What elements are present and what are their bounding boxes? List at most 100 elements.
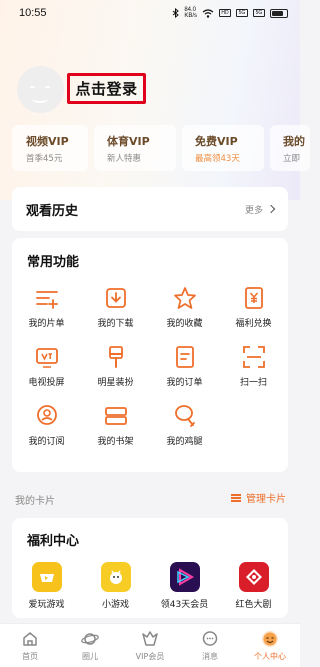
- chevron-right-icon: [266, 204, 276, 214]
- download-icon: [105, 288, 126, 308]
- subscribe-icon: [36, 405, 57, 425]
- welfare-item-game[interactable]: 爱玩游戏: [12, 560, 81, 610]
- my-cards-title: 我的卡片: [15, 496, 55, 507]
- function-item-favorites[interactable]: 我的收藏: [150, 283, 219, 342]
- hd-icon: HD: [219, 9, 231, 17]
- vip-card-title: 我的: [283, 135, 305, 148]
- status-icons: 84.0 KB/s HD 5G 5G: [172, 7, 288, 19]
- function-label: 我的片单: [28, 319, 65, 329]
- function-item-download[interactable]: 我的下载: [81, 283, 150, 342]
- function-label: 我的订阅: [28, 437, 65, 447]
- more-label: 更多: [244, 205, 263, 216]
- vip-card-title: 视频VIP: [26, 135, 69, 148]
- vip-card-video[interactable]: 视频VIP 首季45元: [12, 125, 88, 171]
- nav-item-profile[interactable]: 个人中心: [240, 624, 300, 667]
- nav-label: 首页: [22, 652, 38, 661]
- nav-label: VIP会员: [135, 652, 165, 661]
- nav-item-circle[interactable]: 圈儿: [60, 624, 120, 667]
- manage-cards-label: 管理卡片: [246, 494, 286, 505]
- function-label: 我的收藏: [166, 319, 203, 329]
- vip-card-sports[interactable]: 体育VIP 新人特惠: [94, 125, 176, 171]
- scan-icon: [242, 346, 265, 368]
- vip-card-subtitle: 新人特惠: [107, 154, 142, 164]
- home-icon: [23, 632, 37, 646]
- planet-icon: [81, 633, 99, 645]
- function-label: 我的订单: [166, 378, 203, 388]
- nav-item-vip[interactable]: VIP会员: [120, 624, 180, 667]
- function-item-tv-cast[interactable]: 电视投屏: [12, 342, 81, 401]
- order-icon: [175, 346, 194, 368]
- welfare-label: 红色大剧: [235, 600, 272, 610]
- manage-cards-button[interactable]: 管理卡片: [231, 490, 286, 505]
- function-item-orders[interactable]: 我的订单: [150, 342, 219, 401]
- watch-history-card[interactable]: 观看历史 更多: [12, 187, 288, 231]
- welfare-label: 领43天会员: [160, 600, 209, 610]
- battery-icon: [270, 8, 288, 18]
- message-icon: [202, 631, 218, 646]
- function-grid: 我的片单 我的下载 我的收藏 福利兑换 电视投屏 明星装扮 我的订单 扫一扫 我…: [12, 283, 288, 460]
- vip-card-title: 体育VIP: [107, 135, 150, 148]
- game-icon: [31, 562, 62, 592]
- vip-card-subtitle: 首季45元: [26, 154, 63, 164]
- vip-card-row: 视频VIP 首季45元 体育VIP 新人特惠 免费VIP 最高领43天 我的 立…: [12, 125, 312, 171]
- play-logo-icon: [169, 562, 200, 592]
- status-bar: 10:55 84.0 KB/s HD 5G 5G: [0, 0, 300, 26]
- watch-history-more[interactable]: 更多: [244, 203, 276, 216]
- nav-label: 圈儿: [82, 652, 98, 661]
- avatar[interactable]: [17, 66, 64, 113]
- common-functions-title: 常用功能: [27, 255, 80, 270]
- function-label: 明星装扮: [97, 378, 134, 388]
- function-item-star-dressup[interactable]: 明星装扮: [81, 342, 150, 401]
- function-label: 福利兑换: [235, 319, 272, 329]
- function-item-scan[interactable]: 扫一扫: [219, 342, 288, 401]
- signal-5g-icon: 5G: [236, 9, 248, 17]
- signal-5g-icon-2: 5G: [253, 9, 265, 17]
- vip-card-free[interactable]: 免费VIP 最高领43天: [182, 125, 264, 171]
- welfare-item-minigame[interactable]: 小游戏: [81, 560, 150, 610]
- playlist-icon: [35, 291, 58, 309]
- function-label: 我的鸡腿: [166, 437, 203, 447]
- function-label: 我的书架: [97, 437, 134, 447]
- bluetooth-icon: [173, 8, 180, 18]
- function-item-redeem[interactable]: 福利兑换: [219, 283, 288, 342]
- wifi-icon: [202, 8, 214, 18]
- vip-card-subtitle: 立即: [283, 154, 301, 164]
- yen-icon: [244, 287, 263, 309]
- vip-card-subtitle: 最高领43天: [195, 154, 240, 164]
- status-time: 10:55: [19, 7, 47, 19]
- function-item-subscriptions[interactable]: 我的订阅: [12, 401, 81, 460]
- nav-label: 消息: [202, 652, 218, 661]
- watch-history-title: 观看历史: [26, 203, 79, 219]
- function-item-bookshelf[interactable]: 我的书架: [81, 401, 150, 460]
- function-item-drumstick[interactable]: 我的鸡腿: [150, 401, 219, 460]
- welfare-label: 爱玩游戏: [28, 600, 65, 610]
- nav-item-home[interactable]: 首页: [0, 624, 60, 667]
- vip-crown-icon: [142, 631, 158, 646]
- common-functions-card: 常用功能 我的片单 我的下载 我的收藏 福利兑换 电视投屏 明星装扮 我的订单: [12, 238, 288, 472]
- brush-icon: [108, 346, 123, 368]
- welfare-grid: 爱玩游戏 小游戏 领43天会员 红色大剧: [12, 560, 288, 610]
- star-icon: [173, 287, 196, 309]
- function-label: 扫一扫: [239, 378, 267, 388]
- function-label: 电视投屏: [28, 378, 65, 388]
- nav-label: 个人中心: [254, 652, 286, 661]
- welfare-center-card: 福利中心 爱玩游戏 小游戏 领43天会员 红色大剧: [12, 518, 288, 618]
- minigame-icon: [100, 562, 131, 592]
- list-icon: [231, 493, 241, 502]
- function-item-playlist[interactable]: 我的片单: [12, 283, 81, 342]
- bookshelf-icon: [104, 407, 127, 425]
- welfare-item-vip-days[interactable]: 领43天会员: [150, 560, 219, 610]
- bottom-nav: 首页 圈儿 VIP会员 消息 个人中心: [0, 623, 300, 667]
- vip-card-mine[interactable]: 我的 立即: [270, 125, 310, 171]
- welfare-center-title: 福利中心: [27, 534, 80, 549]
- avatar-eye-right: [45, 86, 50, 89]
- welfare-item-red-drama[interactable]: 红色大剧: [219, 560, 288, 610]
- tv-icon: [35, 348, 58, 368]
- welfare-label: 小游戏: [101, 600, 129, 610]
- login-button[interactable]: 点击登录: [67, 73, 146, 104]
- network-speed: 84.0 KB/s: [184, 7, 197, 19]
- nav-item-messages[interactable]: 消息: [180, 624, 240, 667]
- profile-icon: [262, 631, 278, 647]
- vip-card-title: 免费VIP: [195, 135, 238, 148]
- function-label: 我的下载: [97, 319, 134, 329]
